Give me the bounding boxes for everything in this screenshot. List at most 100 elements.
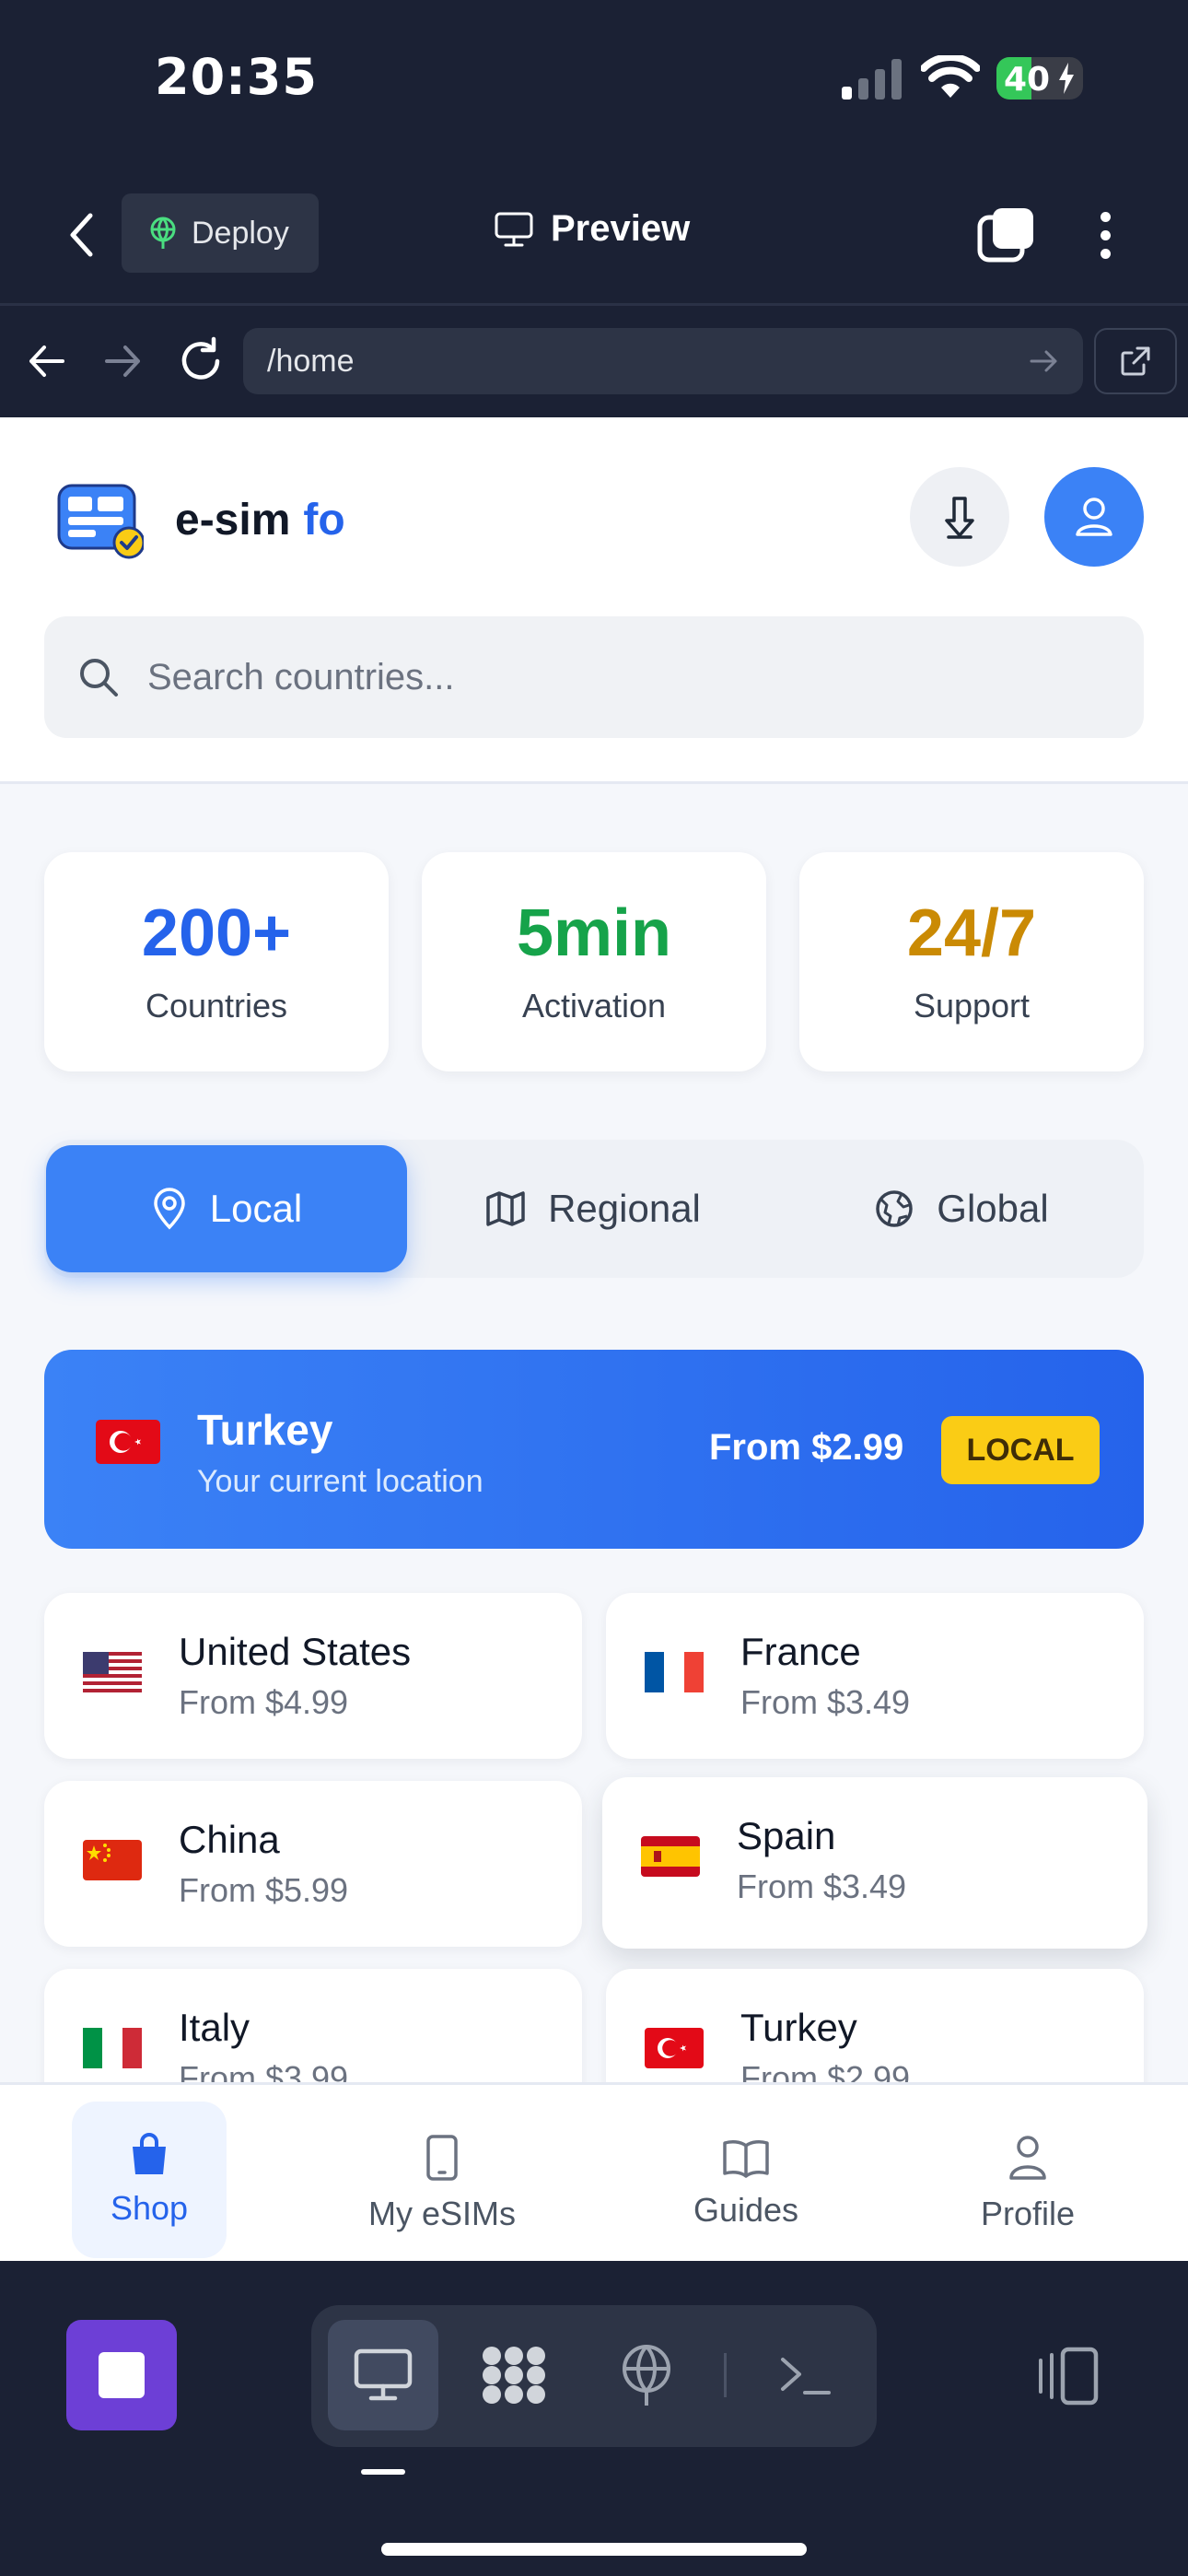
tab-global[interactable]: Global	[781, 1145, 1142, 1272]
site-logo-text[interactable]: e-sim fo	[175, 495, 345, 545]
nav-my-esims[interactable]: My eSIMs	[332, 2102, 553, 2266]
wifi-icon	[921, 55, 980, 98]
deploy-globe-icon	[623, 2345, 670, 2406]
monitor-icon	[354, 2348, 413, 2401]
browser-forward-button[interactable]	[98, 334, 147, 389]
tabs-switcher-button[interactable]	[976, 205, 1037, 265]
country-price: From $2.99	[740, 2059, 911, 2082]
country-card-china[interactable]: China From $5.99	[44, 1781, 582, 1947]
smartphone-icon	[426, 2135, 458, 2181]
tab-regional[interactable]: Regional	[413, 1145, 774, 1272]
terminal-icon	[781, 2358, 831, 2395]
deploy-globe-icon	[150, 217, 176, 249]
tab-local[interactable]: Local	[46, 1145, 407, 1272]
active-tool-indicator	[361, 2469, 405, 2475]
user-icon	[1076, 498, 1112, 536]
china-flag-icon	[83, 1840, 142, 1880]
country-card-turkey[interactable]: Turkey From $2.99	[606, 1969, 1144, 2082]
country-name: China	[179, 1818, 280, 1861]
country-name: Italy	[179, 2006, 250, 2049]
book-icon	[723, 2140, 769, 2178]
country-name: France	[740, 1630, 861, 1673]
browser-back-button[interactable]	[22, 334, 72, 389]
open-external-button[interactable]	[1094, 328, 1177, 394]
url-input[interactable]: /home	[243, 328, 1083, 394]
stop-icon	[99, 2352, 145, 2398]
tool-apps[interactable]	[459, 2320, 569, 2430]
country-card-france[interactable]: France From $3.49	[606, 1593, 1144, 1759]
preview-tab[interactable]: Preview	[494, 208, 690, 250]
globe-icon	[876, 1190, 914, 1227]
stop-button[interactable]	[66, 2320, 177, 2430]
italy-flag-icon	[83, 2028, 142, 2068]
go-arrow-icon[interactable]	[1026, 345, 1063, 378]
monitor-icon	[495, 212, 533, 246]
country-card-united-states[interactable]: United States From $4.99	[44, 1593, 582, 1759]
map-pin-icon	[154, 1188, 185, 1230]
current-location-card[interactable]: Turkey Your current location From $2.99 …	[44, 1350, 1144, 1549]
deploy-button[interactable]: Deploy	[122, 193, 319, 273]
stat-card-countries: 200+ Countries	[44, 852, 389, 1071]
panel-layout-button[interactable]	[1033, 2346, 1100, 2406]
logo-text-accent: fo	[303, 496, 345, 544]
status-time: 20:35	[155, 48, 318, 106]
charging-bolt-icon	[1059, 63, 1074, 94]
country-price: From $3.49	[740, 1683, 911, 1721]
turkey-flag-icon	[645, 2028, 704, 2068]
download-icon	[945, 497, 974, 539]
tab-label: Global	[937, 1187, 1049, 1230]
country-name: Turkey	[740, 2006, 857, 2049]
site-bottom-nav: Shop My eSIMs Guides Profile	[0, 2082, 1188, 2261]
tab-label: Local	[209, 1187, 303, 1230]
country-name: United States	[179, 1630, 412, 1673]
plan-type-tabs: Local Regional Global	[44, 1140, 1144, 1278]
stat-card-support: 24/7 Support	[799, 852, 1144, 1071]
cellular-signal-icon	[842, 59, 902, 100]
toolbar-divider	[724, 2353, 727, 2397]
country-price: From $3.99	[179, 2059, 349, 2082]
stat-label: Activation	[521, 987, 667, 1025]
stat-value: 200+	[141, 896, 292, 970]
preview-label: Preview	[551, 208, 691, 249]
tool-terminal[interactable]	[750, 2320, 860, 2430]
install-app-button[interactable]	[910, 467, 1009, 567]
nav-profile[interactable]: Profile	[936, 2102, 1120, 2266]
country-card-italy[interactable]: Italy From $3.99	[44, 1969, 582, 2082]
external-link-icon	[1121, 346, 1150, 376]
stat-label: Support	[913, 987, 1031, 1025]
country-card-spain[interactable]: Spain From $3.49	[602, 1777, 1147, 1949]
france-flag-icon	[645, 1652, 704, 1692]
spain-flag-icon	[641, 1836, 700, 1877]
web-preview: e-sim fo 200+ Countries 5min Activation …	[0, 417, 1188, 2082]
esim-logo-icon	[57, 484, 144, 559]
home-indicator	[381, 2543, 807, 2556]
country-price: From $3.49	[737, 1868, 907, 1905]
search-input[interactable]	[147, 656, 1068, 698]
local-badge: LOCAL	[941, 1416, 1100, 1484]
country-name: Spain	[737, 1814, 836, 1857]
nav-guides[interactable]: Guides	[645, 2102, 847, 2266]
featured-subtitle: Your current location	[197, 1464, 483, 1499]
nav-shop[interactable]: Shop	[72, 2102, 227, 2258]
turkey-flag-icon	[96, 1420, 160, 1464]
battery-indicator: 40	[996, 57, 1083, 100]
tool-preview[interactable]	[328, 2320, 438, 2430]
search-icon	[80, 659, 118, 697]
country-search[interactable]	[44, 616, 1144, 738]
url-text: /home	[267, 343, 355, 379]
featured-price: From $2.99	[709, 1427, 904, 1468]
tool-switcher	[311, 2305, 877, 2447]
more-options-button[interactable]	[1087, 205, 1124, 265]
account-button[interactable]	[1044, 467, 1144, 567]
tool-deploy[interactable]	[591, 2320, 702, 2430]
user-icon	[1009, 2136, 1046, 2180]
country-price: From $5.99	[179, 1871, 349, 1909]
deploy-label: Deploy	[192, 215, 289, 251]
nav-label: My eSIMs	[367, 2195, 516, 2232]
featured-country-name: Turkey	[197, 1406, 333, 1454]
back-button[interactable]	[53, 205, 109, 265]
reload-button[interactable]	[173, 334, 228, 389]
nav-label: Shop	[110, 2189, 189, 2227]
tab-label: Regional	[548, 1187, 701, 1230]
nav-label: Profile	[980, 2195, 1076, 2232]
